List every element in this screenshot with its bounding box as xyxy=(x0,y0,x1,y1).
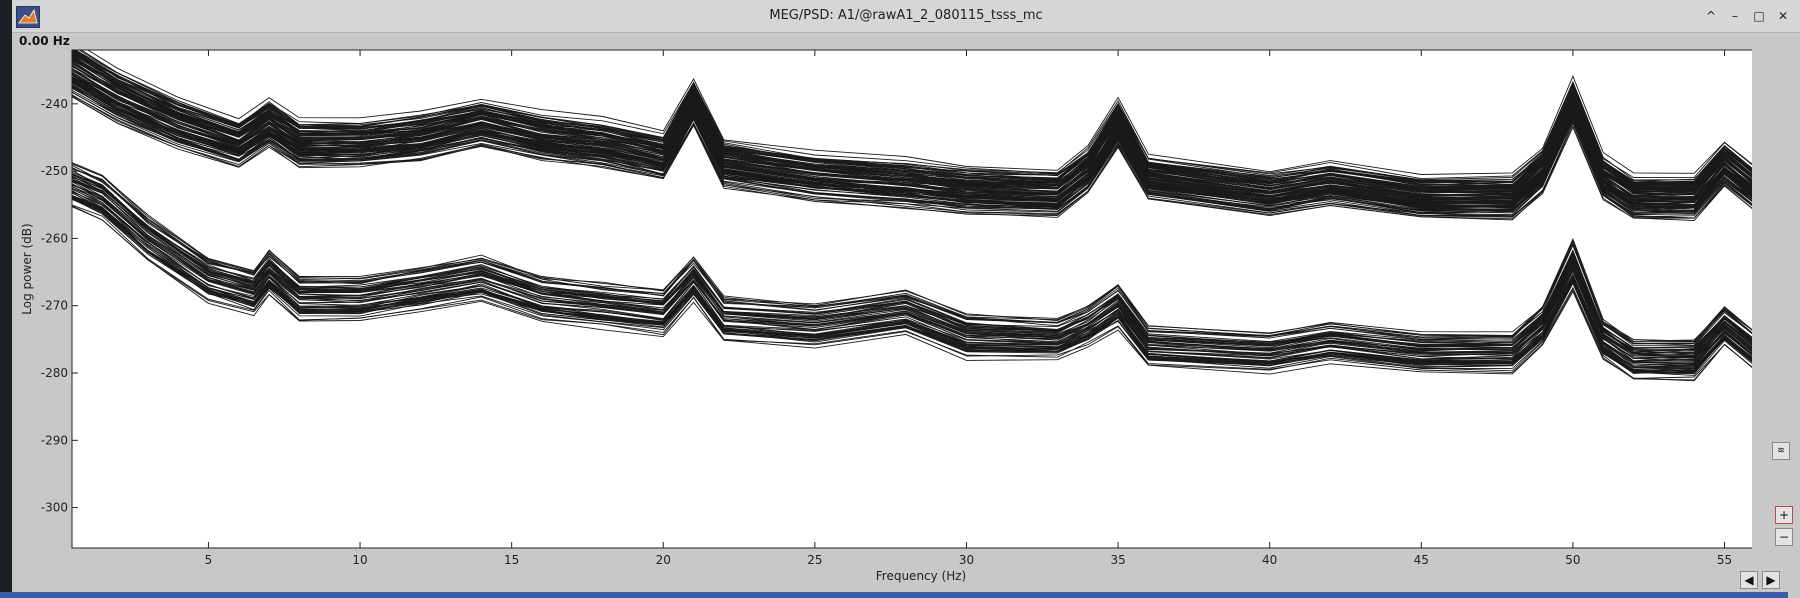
y-tick-label: -290 xyxy=(41,433,68,447)
legend-toggle-button[interactable]: ≋ xyxy=(1772,442,1790,460)
x-tick-label: 55 xyxy=(1717,553,1732,567)
psd-chart[interactable]: 5 10 15 20 25 30 35 40 45 50 55 -240 -250 -260 -270 -28… xyxy=(12,44,1771,592)
y-tick-label: -260 xyxy=(41,231,68,245)
collapse-icon[interactable]: ^ xyxy=(1702,7,1720,25)
y-tick-label: -280 xyxy=(41,366,68,380)
taskbar-edge xyxy=(0,592,1788,598)
y-tick-label: -270 xyxy=(41,299,68,313)
x-axis-label: Frequency (Hz) xyxy=(876,569,967,583)
psd-figure-window: MEG/PSD: A1/@rawA1_2_080115_tsss_mc ^ – … xyxy=(12,0,1800,598)
x-tick-label: 50 xyxy=(1565,553,1580,567)
x-tick-label: 10 xyxy=(352,553,367,567)
close-icon[interactable]: ✕ xyxy=(1774,7,1792,25)
maximize-icon[interactable]: □ xyxy=(1750,7,1768,25)
x-tick-label: 40 xyxy=(1262,553,1277,567)
scroll-left-button[interactable]: ◀ xyxy=(1740,571,1758,589)
x-tick-label: 20 xyxy=(656,553,671,567)
x-tick-label: 35 xyxy=(1110,553,1125,567)
title-bar[interactable]: MEG/PSD: A1/@rawA1_2_080115_tsss_mc ^ – … xyxy=(12,0,1800,33)
x-tick-label: 30 xyxy=(959,553,974,567)
y-axis-label: Log power (dB) xyxy=(20,223,34,314)
x-tick-label: 15 xyxy=(504,553,519,567)
y-tick-label: -240 xyxy=(41,97,68,111)
zoom-out-button[interactable]: − xyxy=(1775,528,1793,546)
scroll-right-button[interactable]: ▶ xyxy=(1762,571,1780,589)
desktop-edge xyxy=(0,0,12,598)
x-tick-label: 25 xyxy=(807,553,822,567)
x-tick-label: 45 xyxy=(1414,553,1429,567)
minimize-icon[interactable]: – xyxy=(1726,7,1744,25)
window-title: MEG/PSD: A1/@rawA1_2_080115_tsss_mc xyxy=(769,8,1043,23)
x-tick-label: 5 xyxy=(205,553,213,567)
y-tick-label: -250 xyxy=(41,164,68,178)
y-tick-label: -300 xyxy=(41,501,68,515)
zoom-in-button[interactable]: + xyxy=(1775,506,1793,524)
